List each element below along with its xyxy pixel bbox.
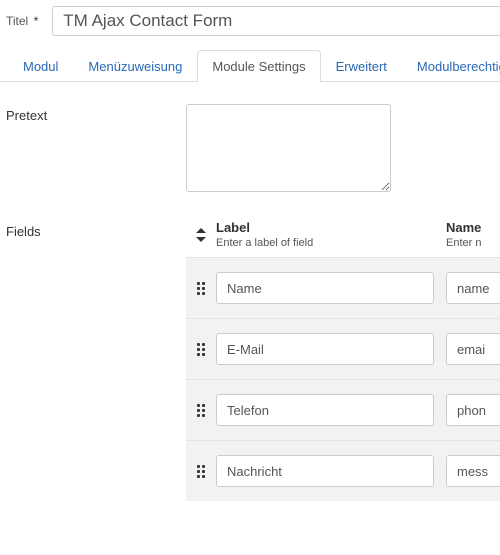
fields-header: Label Enter a label of field Name Enter …	[186, 220, 500, 257]
field-label-input[interactable]	[216, 394, 434, 426]
field-name-input[interactable]	[446, 455, 500, 487]
tab-modul[interactable]: Modul	[8, 50, 73, 82]
field-row	[186, 379, 500, 440]
field-label-input[interactable]	[216, 272, 434, 304]
fields-label: Fields	[6, 220, 186, 239]
column-label-title: Label	[216, 220, 446, 235]
drag-handle-icon[interactable]	[197, 282, 205, 295]
tabs: Modul Menüzuweisung Module Settings Erwe…	[0, 50, 500, 82]
tab-erweitert[interactable]: Erweitert	[321, 50, 402, 82]
fields-row: Fields Label Enter a label of field Name…	[6, 220, 500, 501]
tab-menuzuweisung[interactable]: Menüzuweisung	[73, 50, 197, 82]
title-row: Titel *	[0, 0, 500, 46]
required-star: *	[34, 14, 39, 28]
field-name-input[interactable]	[446, 272, 500, 304]
field-row	[186, 257, 500, 318]
field-label-input[interactable]	[216, 333, 434, 365]
field-row	[186, 440, 500, 501]
field-label-input[interactable]	[216, 455, 434, 487]
fields-area: Label Enter a label of field Name Enter …	[186, 220, 500, 501]
drag-handle-icon[interactable]	[197, 465, 205, 478]
field-name-input[interactable]	[446, 333, 500, 365]
title-label-text: Titel	[6, 14, 28, 28]
sort-arrows-icon	[196, 228, 206, 242]
pretext-label: Pretext	[6, 104, 186, 123]
pretext-textarea[interactable]	[186, 104, 391, 192]
column-name-hint: Enter n	[446, 237, 500, 249]
field-row	[186, 318, 500, 379]
title-label: Titel *	[6, 14, 38, 28]
pretext-row: Pretext	[6, 104, 500, 192]
tab-module-settings[interactable]: Module Settings	[197, 50, 320, 82]
column-name-title: Name	[446, 220, 500, 235]
tab-modulberechtigungen[interactable]: Modulberechtigu	[402, 50, 500, 82]
module-settings-panel: Pretext Fields Label Enter a label of fi…	[0, 82, 500, 501]
drag-handle-icon[interactable]	[197, 343, 205, 356]
field-name-input[interactable]	[446, 394, 500, 426]
column-label-hint: Enter a label of field	[216, 237, 446, 249]
sort-column-header[interactable]	[186, 220, 216, 242]
drag-handle-icon[interactable]	[197, 404, 205, 417]
title-input[interactable]	[52, 6, 500, 36]
